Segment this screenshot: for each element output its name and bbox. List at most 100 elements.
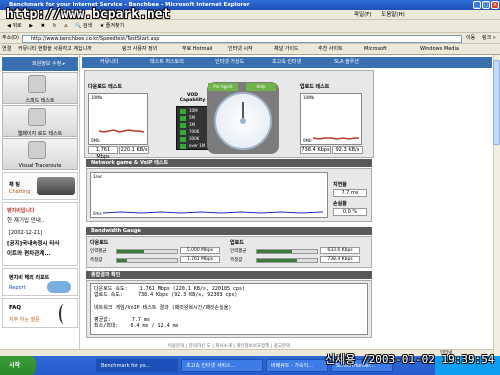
delay-label: 지연율 (333, 182, 347, 188)
globe-icon (28, 108, 46, 126)
bandwidth-row-value: 5,000 Mbps (180, 247, 220, 254)
go-button[interactable]: 이동 (466, 33, 475, 44)
vod-led (180, 144, 186, 149)
minimize-button[interactable]: _ (473, 1, 481, 9)
vod-led (180, 109, 186, 114)
report-label: Report (9, 285, 26, 291)
bandwidth-bar-fill (117, 250, 144, 253)
stop-icon[interactable]: ✖ (38, 21, 48, 32)
help-button[interactable]: Help (246, 83, 276, 91)
home-icon[interactable]: ⌂ (61, 21, 70, 32)
news-line[interactable]: [공지]국내속정시 타사 (7, 239, 59, 247)
links-title: 연결 (2, 46, 12, 52)
taskbar-item[interactable]: Benchmark for yo... (96, 359, 178, 372)
nav-sla[interactable]: SLA 솔루션 (334, 57, 359, 68)
bench-report-box[interactable]: 벤치비 해외 리포트 Report (2, 268, 78, 296)
member-edit-link[interactable]: 회원정보 수정 ▸ (2, 57, 78, 71)
download-mbps: 1,761 Mbps (88, 146, 118, 160)
download-kbs: 220.1 KB/s (119, 146, 149, 154)
start-button[interactable]: 시작 (0, 356, 36, 375)
link-item[interactable]: 인터넷 시작 (228, 44, 253, 55)
vod-led (180, 123, 186, 128)
bandwidth-bar-fill (257, 259, 297, 262)
result-header: 종합결과 확인 (86, 271, 372, 279)
link-item[interactable]: 커뮤니티 현황을 사용하고 계십니까 (18, 44, 92, 55)
taskbar-item[interactable]: 바베큐트 - 가속이... (266, 359, 328, 372)
nav-history[interactable]: 테스트 히스토리 (150, 57, 184, 68)
links-bar: 연결 커뮤니티 현황을 사용하고 계십니까 링크 사용자 정의 무료 Hotma… (0, 44, 500, 55)
vod-level: 10M (189, 108, 198, 113)
notice-date: [2002-12-21] (9, 230, 42, 236)
scrollbar-thumb[interactable] (493, 60, 500, 145)
notice-line[interactable]: 한 재기입 안내.. (7, 216, 44, 224)
download-line (98, 129, 145, 133)
bandwidth-bar-fill (257, 250, 292, 253)
address-input[interactable]: http://www.benchbee.co.kr/Speedtest/Test… (22, 35, 462, 43)
nav-virtual[interactable]: 인터넷 가상도 (215, 57, 244, 68)
link-item[interactable]: 링크 사용자 정의 (122, 44, 157, 55)
bandwidth-row-value: 738.4 Kbps (320, 256, 360, 263)
cursor-icon (28, 75, 46, 93)
search-button[interactable]: 🔍 검색 (72, 21, 95, 32)
bandwidth-header: Bandwidth Gauge (86, 227, 372, 235)
loss-label: 손실율 (333, 201, 347, 207)
taskbar-item[interactable]: 초고속 인터넷 서비스... (181, 359, 263, 372)
vod-led (180, 130, 186, 135)
bandwidth-bar-fill (117, 259, 127, 262)
links-label[interactable]: 링크 » (482, 33, 496, 44)
upload-graph: 10Mb 0Mb (300, 93, 362, 145)
nav-community[interactable]: 커뮤니티 (100, 57, 118, 68)
favorites-button[interactable]: ★ 즐겨찾기 (97, 21, 127, 32)
speed-gauge (214, 92, 272, 150)
close-button[interactable]: × (491, 1, 499, 9)
start-label: 시작 (9, 362, 21, 369)
bandwidth-up-title: 업로드 (230, 240, 244, 246)
chat-box[interactable]: 채 팅 Chatting (2, 172, 78, 200)
webpage-test-label: 웹페이지 로드 테스트 (17, 131, 63, 137)
notice-box: 벤치비입니다 한 재기입 안내.. [2002-12-21] [공지]국내속정시… (2, 202, 78, 266)
vod-level: over 1M (189, 143, 206, 148)
chat-title: 채 팅 (9, 182, 20, 188)
bandwidth-down-title: 다운로드 (90, 240, 109, 246)
news-line[interactable]: 이트와 편차관계... (7, 249, 51, 257)
upload-kbps: 738.4 Kbps (300, 146, 331, 154)
link-item[interactable]: Microsoft (364, 44, 387, 55)
vod-level: 300K (189, 136, 200, 141)
nav-broadband[interactable]: 초고속 인터넷 (272, 57, 301, 68)
search-label: 검색 (82, 23, 93, 29)
forward-button[interactable]: ▶ (26, 21, 36, 32)
back-button[interactable]: ◀ 뒤로 (4, 21, 25, 32)
top-nav: 커뮤니티 테스트 히스토리 인터넷 가상도 초고속 인터넷 SLA 솔루션 (82, 57, 492, 68)
vod-meter: 10M 5M 1M 700K 300K over 1M (176, 106, 209, 150)
link-item[interactable]: Windows Media (420, 44, 459, 55)
bandwidth-row-label: 측정값 (230, 258, 243, 263)
link-item[interactable]: 추천 사이트 (318, 44, 343, 55)
maximize-button[interactable]: □ (482, 1, 490, 9)
link-item[interactable]: 무료 Hotmail (182, 44, 212, 55)
faq-title: FAQ (9, 305, 22, 311)
vod-led (180, 116, 186, 121)
menu-file[interactable]: 파일(F) (350, 10, 376, 20)
bandwidth-bar (116, 249, 178, 254)
voip-line (102, 211, 324, 214)
vod-title: VOD Capability (179, 93, 206, 103)
chat-image (37, 177, 75, 195)
bandwidth-title: Bandwidth Gauge (86, 227, 372, 235)
refresh-icon[interactable]: ↻ (49, 21, 59, 32)
vod-led (180, 137, 186, 142)
timestamp-overlay: 신세용 /2003-01-02 19:39:54 (325, 353, 495, 366)
bandwidth-row-label: 인력평균 (90, 249, 107, 254)
bench-report-title: 벤치비 해외 리포트 (9, 275, 50, 281)
delay-value: 7.7 ms (333, 189, 367, 197)
notice-title: 벤치비입니다 (7, 208, 35, 214)
gauge-needle (240, 102, 246, 124)
link-item[interactable]: 채널 가이드 (274, 44, 299, 55)
menu-help[interactable]: 도움말(H) (377, 10, 409, 20)
download-title: 다운로드 테스트 (88, 84, 122, 90)
traceroute-label: Visual Traceroute (18, 163, 62, 169)
pro-agent-button[interactable]: Pro Agent (208, 83, 238, 91)
faq-subtitle: 자주 하는 질문 (9, 317, 40, 323)
result-line: 최소/최대: 6.4 ms / 12.4 ms (94, 323, 179, 330)
faq-box[interactable]: FAQ 자주 하는 질문 (2, 298, 78, 328)
chart-icon (28, 141, 46, 159)
